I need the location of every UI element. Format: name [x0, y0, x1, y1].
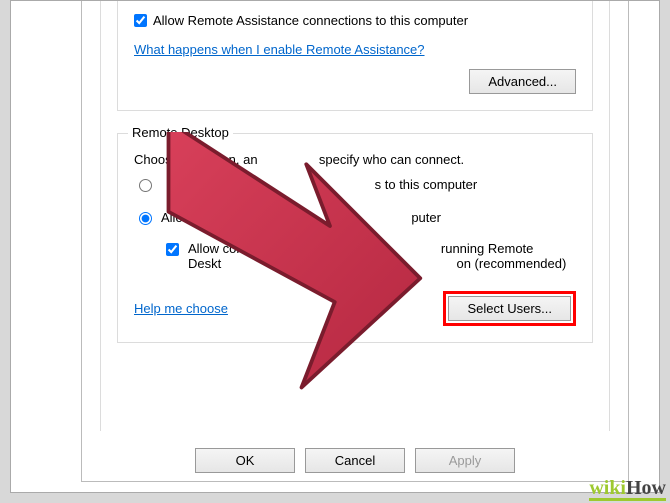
radio-dont-allow-input[interactable]: [139, 179, 152, 192]
nla-checkbox[interactable]: Allow con running Remote Deskt on (recom…: [162, 241, 576, 271]
remote-desktop-group: Remote Desktop Choose an option, an spec…: [117, 133, 593, 343]
remote-desktop-legend: Remote Desktop: [128, 125, 233, 140]
apply-button[interactable]: Apply: [415, 448, 515, 473]
dialog-button-bar: OK Cancel Apply: [82, 448, 628, 473]
radio-allow-label: Allow puter: [161, 210, 441, 225]
system-properties-dialog: Allow Remote Assistance connections to t…: [81, 1, 629, 482]
remote-desktop-intro: Choose an option, an specify who can con…: [134, 152, 576, 167]
wikihow-watermark: wikiHow: [589, 477, 666, 501]
cancel-button[interactable]: Cancel: [305, 448, 405, 473]
nla-checkbox-input[interactable]: [166, 243, 179, 256]
remote-assistance-group: Allow Remote Assistance connections to t…: [117, 1, 593, 111]
radio-allow[interactable]: Allow puter: [134, 210, 576, 225]
select-users-button[interactable]: Select Users...: [448, 296, 571, 321]
ok-button[interactable]: OK: [195, 448, 295, 473]
allow-remote-assistance-checkbox[interactable]: Allow Remote Assistance connections to t…: [134, 13, 576, 28]
nla-checkbox-label: Allow con running Remote Deskt on (recom…: [188, 241, 566, 271]
remote-assistance-help-link[interactable]: What happens when I enable Remote Assist…: [134, 42, 425, 57]
help-me-choose-link[interactable]: Help me choose: [134, 301, 228, 316]
select-users-highlight: Select Users...: [443, 291, 576, 326]
remote-tab-panel: Allow Remote Assistance connections to t…: [100, 1, 610, 431]
radio-dont-allow[interactable]: s to this computer: [134, 177, 576, 192]
radio-allow-input[interactable]: [139, 212, 152, 225]
advanced-button[interactable]: Advanced...: [469, 69, 576, 94]
allow-remote-assistance-label: Allow Remote Assistance connections to t…: [153, 13, 468, 28]
radio-dont-allow-label: s to this computer: [161, 177, 477, 192]
allow-remote-assistance-input[interactable]: [134, 14, 147, 27]
